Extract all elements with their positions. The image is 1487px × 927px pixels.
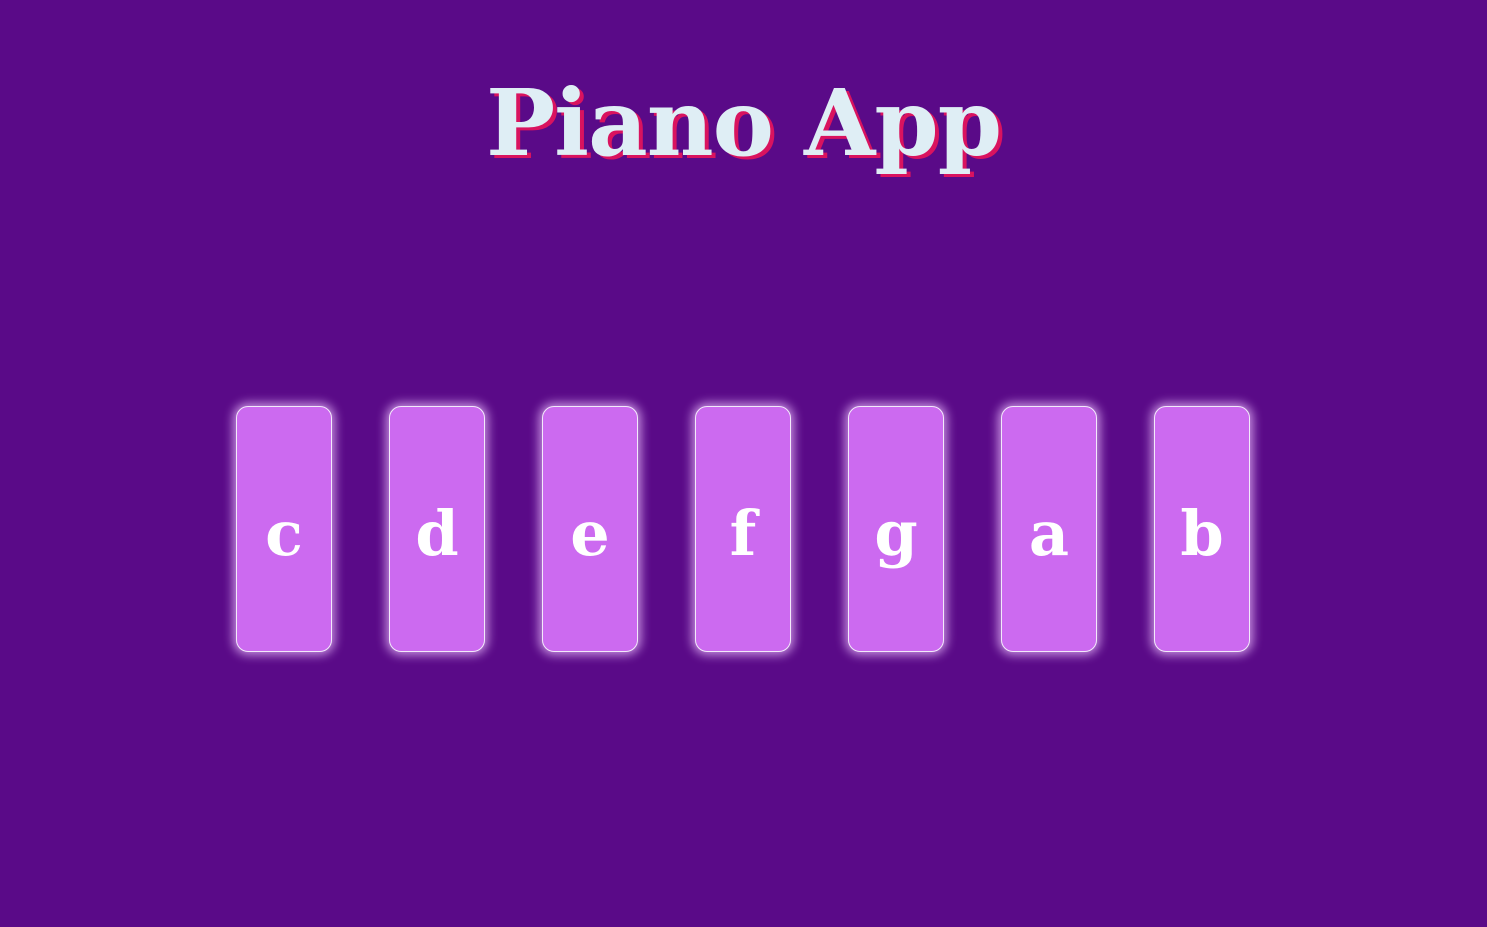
piano-key-label: e [570,497,610,570]
page-title: Piano App [485,69,1002,177]
piano-key-e[interactable]: e [542,406,638,652]
piano-key-label: d [415,497,459,570]
piano-key-a[interactable]: a [1001,406,1097,652]
piano-key-c[interactable]: c [236,406,332,652]
piano-keyboard: c d e f g a b [236,406,1250,652]
piano-key-b[interactable]: b [1154,406,1250,652]
piano-key-label: c [265,497,303,570]
piano-key-label: g [874,497,918,570]
piano-key-label: f [729,497,757,570]
piano-key-f[interactable]: f [695,406,791,652]
piano-key-label: b [1180,497,1224,570]
piano-key-g[interactable]: g [848,406,944,652]
piano-key-d[interactable]: d [389,406,485,652]
piano-key-label: a [1028,497,1070,570]
